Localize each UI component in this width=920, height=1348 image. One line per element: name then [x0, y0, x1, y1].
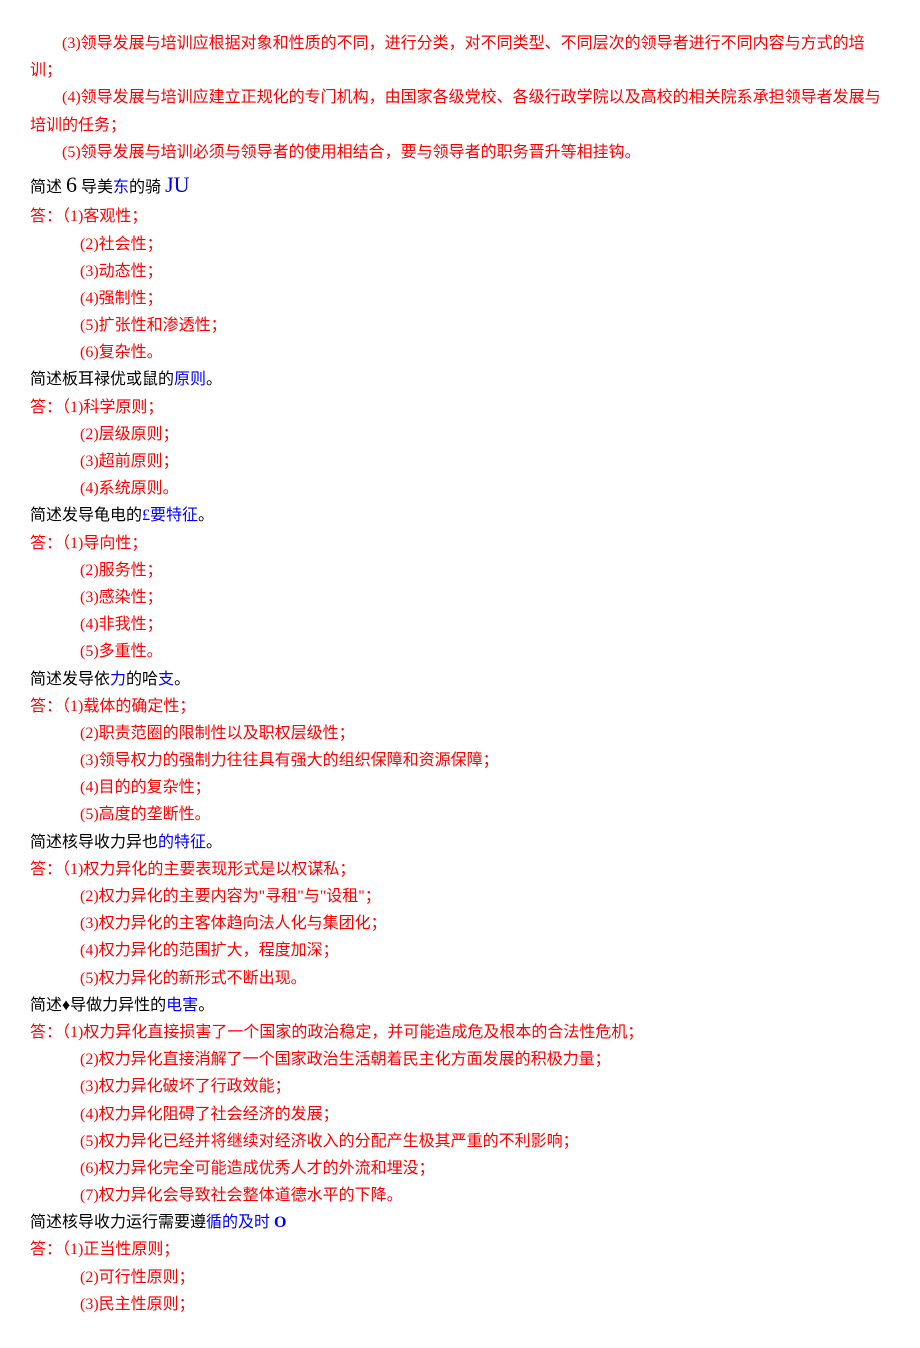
question-3: 简述发导龟电的£要特征。 [30, 502, 890, 529]
answer-5-2: (2)权力异化的主要内容为"寻租"与"设租"； [30, 883, 890, 910]
answer-1-4: (4)强制性； [30, 285, 890, 312]
q1-part4: 东 [113, 179, 129, 196]
answer-3-4: (4)非我性； [30, 611, 890, 638]
a-prefix-1: 答： [30, 208, 62, 225]
answer-2-2: (2)层级原则； [30, 421, 890, 448]
answer-7-1: 答：（1)正当性原则； [30, 1236, 890, 1263]
answer-3-1: 答：（1)导向性； [30, 530, 890, 557]
q2-part1: 简述板耳禄优或鼠的 [30, 371, 174, 388]
answer-1-1: 答：（1)客观性； [30, 203, 890, 230]
answer-3-2: (2)服务性； [30, 557, 890, 584]
answer-1-3: (3)动态性； [30, 258, 890, 285]
q1-part5: 的骑 [129, 179, 165, 196]
a-prefix-7: 答： [30, 1241, 62, 1258]
q4-part3: 的哈 [126, 671, 158, 688]
q3-part2: £ [142, 507, 150, 524]
answer-5-5: (5)权力异化的新形式不断出现。 [30, 965, 890, 992]
answer-6-1: 答：（1)权力异化直接损害了一个国家的政治稳定，并可能造成危及根本的合法性危机； [30, 1019, 890, 1046]
q5-part3: 。 [206, 834, 222, 851]
answer-2-1: 答：（1)科学原则； [30, 394, 890, 421]
q6-part2: 电害 [166, 997, 198, 1014]
answer-1-5: (5)扩张性和渗透性； [30, 312, 890, 339]
answer-5-4: (4)权力异化的范围扩大，程度加深； [30, 937, 890, 964]
question-6: 简述♦导做力异性的电害。 [30, 992, 890, 1019]
a-prefix-6: 答： [30, 1024, 62, 1041]
answer-4-3: (3)领导权力的强制力往往具有强大的组织保障和资源保障； [30, 747, 890, 774]
q4-part2: 力 [110, 671, 126, 688]
answer-4-2: (2)职责范圈的限制性以及职权层级性； [30, 720, 890, 747]
answer-1-6: (6)复杂性。 [30, 339, 890, 366]
q6-part3: 。 [198, 997, 214, 1014]
answer-4-5: (5)高度的垄断性。 [30, 801, 890, 828]
answer-3-5: (5)多重性。 [30, 638, 890, 665]
answer-7-2: (2)可行性原则； [30, 1264, 890, 1291]
answer-5-1: 答：（1)权力异化的主要表现形式是以权谋私； [30, 856, 890, 883]
q1-part1: 简述 [30, 179, 66, 196]
a-prefix-2: 答： [30, 399, 62, 416]
answer-3-3: (3)感染性； [30, 584, 890, 611]
q6-part1: 简述♦导做力异性的 [30, 997, 166, 1014]
answer-6-6: (6)权力异化完全可能造成优秀人才的外流和埋没； [30, 1155, 890, 1182]
a7-1: （1)正当性原则； [62, 1241, 179, 1258]
answer-6-2: (2)权力异化直接消解了一个国家政治生活朝着民主化方面发展的积极力量； [30, 1046, 890, 1073]
intro-text-3: (5)领导发展与培训必须与领导者的使用相结合，要与领导者的职务晋升等相挂钩。 [62, 144, 641, 161]
answer-2-4: (4)系统原则。 [30, 475, 890, 502]
question-1: 简述 6 导美东的骑 JU [30, 166, 890, 203]
intro-text-2: (4)领导发展与培训应建立正规化的专门机构，由国家各级党校、各级行政学院以及高校… [30, 89, 881, 133]
a3-1: （1)导向性； [62, 535, 147, 552]
a2-1: （1)科学原则； [62, 399, 163, 416]
answer-6-4: (4)权力异化阻碍了社会经济的发展； [30, 1101, 890, 1128]
a4-1: （1)载体的确定性； [62, 698, 195, 715]
a1-1: （1)客观性； [62, 208, 147, 225]
q7-part2: 循的及时 [206, 1214, 270, 1231]
q7-part4: O [274, 1214, 286, 1231]
a5-1: （1)权力异化的主要表现形式是以权谋私； [62, 861, 355, 878]
q3-part1: 简述发导龟电的 [30, 507, 142, 524]
a-prefix-3: 答： [30, 535, 62, 552]
answer-2-3: (3)超前原则； [30, 448, 890, 475]
answer-5-3: (3)权力异化的主客体趋向法人化与集团化； [30, 910, 890, 937]
a-prefix-5: 答： [30, 861, 62, 878]
answer-6-5: (5)权力异化已经并将继续对经济收入的分配产生极其严重的不利影响； [30, 1128, 890, 1155]
q3-part3: 要特征 [150, 507, 198, 524]
answer-4-1: 答：（1)载体的确定性； [30, 693, 890, 720]
answer-6-7: (7)权力异化会导致社会整体道德水平的下降。 [30, 1182, 890, 1209]
q1-part2: 6 [66, 172, 77, 197]
q5-part1: 简述核导收力异也 [30, 834, 158, 851]
answer-6-3: (3)权力异化破坏了行政效能； [30, 1073, 890, 1100]
q2-part2: 原则 [174, 371, 206, 388]
answer-7-3: (3)民主性原则； [30, 1291, 890, 1318]
q1-part3: 导美 [77, 179, 113, 196]
answer-4-4: (4)目的的复杂性； [30, 774, 890, 801]
a6-1: （1)权力异化直接损害了一个国家的政治稳定，并可能造成危及根本的合法性危机； [62, 1024, 643, 1041]
question-7: 简述核导收力运行需要遵循的及时 O [30, 1209, 890, 1236]
q4-part4: 支 [158, 671, 174, 688]
answer-1-2: (2)社会性； [30, 231, 890, 258]
q4-part1: 简述发导依 [30, 671, 110, 688]
q2-part3: 。 [206, 371, 222, 388]
intro-line-2: (4)领导发展与培训应建立正规化的专门机构，由国家各级党校、各级行政学院以及高校… [30, 84, 890, 138]
question-4: 简述发导依力的哈支。 [30, 666, 890, 693]
question-2: 简述板耳禄优或鼠的原则。 [30, 366, 890, 393]
question-5: 简述核导收力异也的特征。 [30, 829, 890, 856]
q1-part6: JU [165, 172, 189, 197]
q7-part1: 简述核导收力运行需要遵 [30, 1214, 206, 1231]
a-prefix-4: 答： [30, 698, 62, 715]
q3-part4: 。 [198, 507, 214, 524]
intro-line-3: (5)领导发展与培训必须与领导者的使用相结合，要与领导者的职务晋升等相挂钩。 [30, 139, 890, 166]
intro-line-1: (3)领导发展与培训应根据对象和性质的不同，进行分类，对不同类型、不同层次的领导… [30, 30, 890, 84]
q5-part2: 的特征 [158, 834, 206, 851]
q4-part5: 。 [174, 671, 190, 688]
